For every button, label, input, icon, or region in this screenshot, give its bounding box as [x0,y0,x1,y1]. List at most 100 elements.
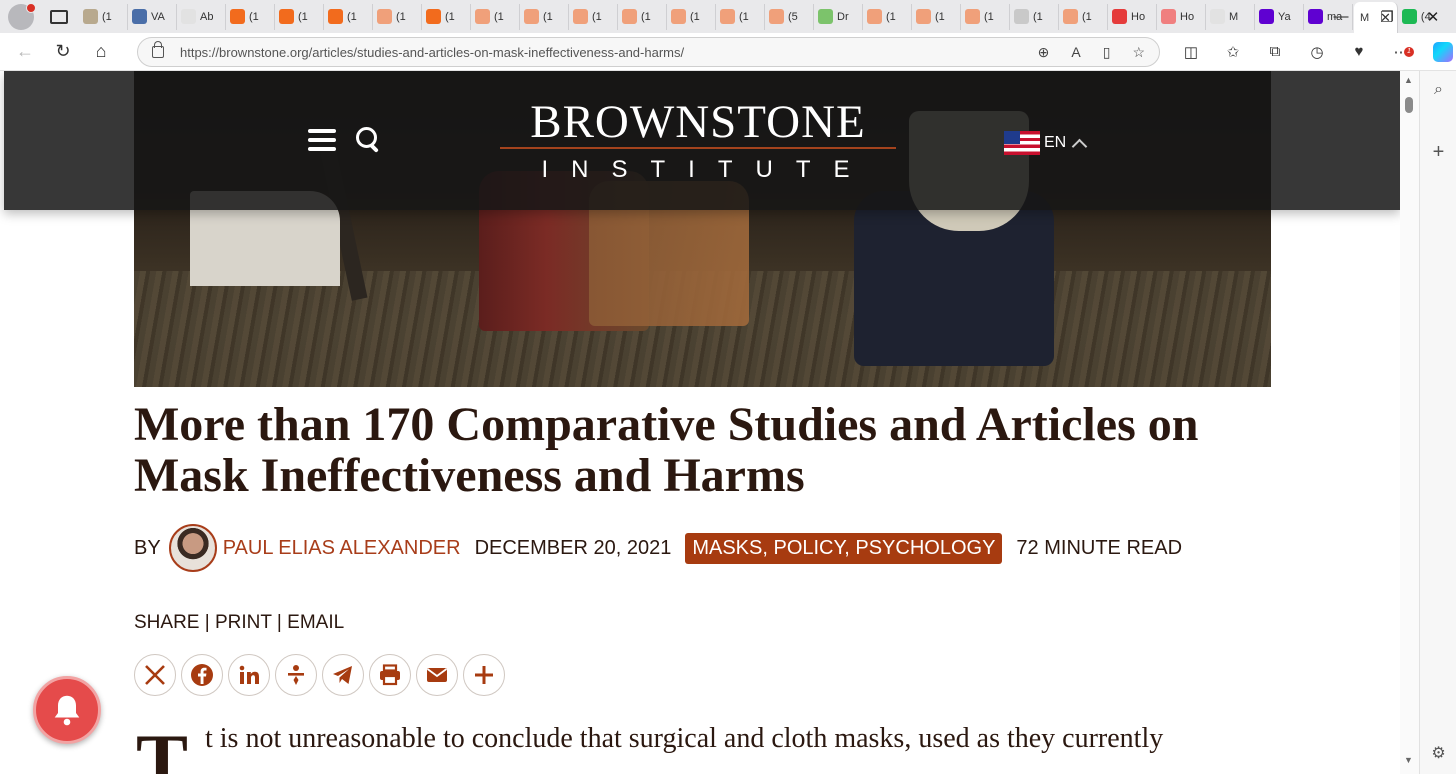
url-text[interactable]: https://brownstone.org/articles/studies-… [180,45,684,60]
notification-bell-icon[interactable] [33,676,101,744]
tab-label: (1 [690,10,700,23]
tab-favicon-icon [671,9,686,24]
tab[interactable]: Ab [178,3,226,30]
language-selector[interactable]: EN [1004,131,1088,155]
tab[interactable]: (1 [962,3,1010,30]
tab-favicon-icon [573,9,588,24]
tab-favicon-icon [132,9,147,24]
extensions-icon[interactable]: ♥ [1338,43,1380,60]
tab-label: Dr [837,10,849,23]
article-title: More than 170 Comparative Studies and Ar… [134,398,1199,502]
tab-label: (1 [641,10,651,23]
gettr-icon[interactable] [275,654,317,696]
tab-label: (1 [249,10,259,23]
back-button[interactable]: ← [6,41,44,62]
tab-favicon-icon [965,9,980,24]
scroll-down-icon[interactable]: ▼ [1404,755,1413,765]
read-aloud-icon[interactable]: A [1071,44,1080,61]
tab-label: (1 [396,10,406,23]
page-scrollbar[interactable]: ▲ ▼ [1400,71,1419,774]
chevron-up-icon [1071,138,1088,154]
lock-icon[interactable] [152,41,164,58]
tab[interactable]: (1 [668,3,716,30]
minimize-icon[interactable]: — [1318,8,1364,25]
share-link[interactable]: SHARE [134,612,199,633]
tab-favicon-icon [720,9,735,24]
telegram-icon[interactable] [322,654,364,696]
email-icon[interactable] [416,654,458,696]
more-options-icon[interactable]: ⋯ 1 [1380,43,1422,61]
tab[interactable]: (1 [619,3,667,30]
tab[interactable]: VA [129,3,177,30]
tab-label: Ho [1131,10,1146,23]
sidebar-settings-icon[interactable]: ⚙ [1420,743,1456,763]
scroll-up-icon[interactable]: ▲ [1404,75,1413,85]
scroll-thumb[interactable] [1405,97,1413,113]
tab[interactable]: (1 [227,3,275,30]
history-icon[interactable]: ◷ [1296,43,1338,61]
tab[interactable]: (1 [1011,3,1059,30]
email-link[interactable]: EMAIL [287,612,344,633]
x-icon[interactable] [134,654,176,696]
tab[interactable]: (1 [570,3,618,30]
tab[interactable]: (1 [913,3,961,30]
profile-avatar-icon[interactable] [8,2,36,30]
tab[interactable]: Dr [815,3,863,30]
tab[interactable]: Ya [1256,3,1304,30]
menu-icon[interactable] [308,129,336,151]
tab-favicon-icon [622,9,637,24]
refresh-button[interactable]: ↻ [44,41,82,62]
tab[interactable]: (5 [766,3,814,30]
tab[interactable]: (1 [521,3,569,30]
author-link[interactable]: PAUL ELIAS ALEXANDER [223,537,461,560]
linkedin-icon[interactable] [228,654,270,696]
tab-favicon-icon [426,9,441,24]
separator: | [271,612,288,633]
tab[interactable]: (1 [325,3,373,30]
tab-label: M [1229,10,1239,23]
tab[interactable]: Ho [1109,3,1157,30]
site-logo[interactable]: BROWNSTONE INSTITUTE [498,97,898,183]
favorite-star-icon[interactable]: ☆ [1132,44,1145,61]
tab-actions-icon[interactable] [50,9,68,24]
tab-favicon-icon [1161,9,1176,24]
tab[interactable]: (1 [864,3,912,30]
tab-favicon-icon [475,9,490,24]
tab[interactable]: (1 [80,3,128,30]
tab-label: Ab [200,10,214,23]
print-link[interactable]: PRINT [215,612,272,633]
zoom-icon[interactable]: ⊕ [1038,44,1050,61]
print-icon[interactable] [369,654,411,696]
tab[interactable]: (1 [423,3,471,30]
favorites-icon[interactable]: ✩ [1212,43,1254,61]
tab[interactable]: (1 [1060,3,1108,30]
tab-label: Ya [1278,10,1291,23]
category-tags[interactable]: MASKS, POLICY, PSYCHOLOGY [685,532,1003,564]
tab-favicon-icon [524,9,539,24]
tab[interactable]: (1 [276,3,324,30]
sidebar-add-icon[interactable]: + [1420,141,1456,164]
split-screen-icon[interactable]: ◫ [1170,43,1212,61]
copilot-icon[interactable] [1422,41,1456,62]
home-button[interactable]: ⌂ [82,41,120,62]
drop-cap: T [136,718,189,774]
immersive-reader-icon[interactable]: ▯ [1103,44,1111,61]
close-window-icon[interactable]: ✕ [1410,8,1456,26]
tab-label: (5 [788,10,798,23]
address-bar[interactable]: https://brownstone.org/articles/studies-… [137,37,1160,67]
tab[interactable]: (1 [717,3,765,30]
notification-badge: 1 [1404,46,1414,57]
address-toolbar: ← ↻ ⌂ https://brownstone.org/articles/st… [0,33,1456,71]
restore-icon[interactable]: ❐ [1364,8,1410,26]
author-avatar[interactable] [168,524,217,572]
collections-icon[interactable]: ⧉ [1254,43,1296,60]
facebook-icon[interactable] [181,654,223,696]
tab[interactable]: M [1207,3,1255,30]
tab-favicon-icon [818,9,833,24]
sidebar-search-icon[interactable]: ⌕ [1420,81,1456,99]
search-icon[interactable] [356,127,380,153]
more-icon[interactable] [463,654,505,696]
tab[interactable]: (1 [472,3,520,30]
tab[interactable]: (1 [374,3,422,30]
tab[interactable]: Ho [1158,3,1206,30]
